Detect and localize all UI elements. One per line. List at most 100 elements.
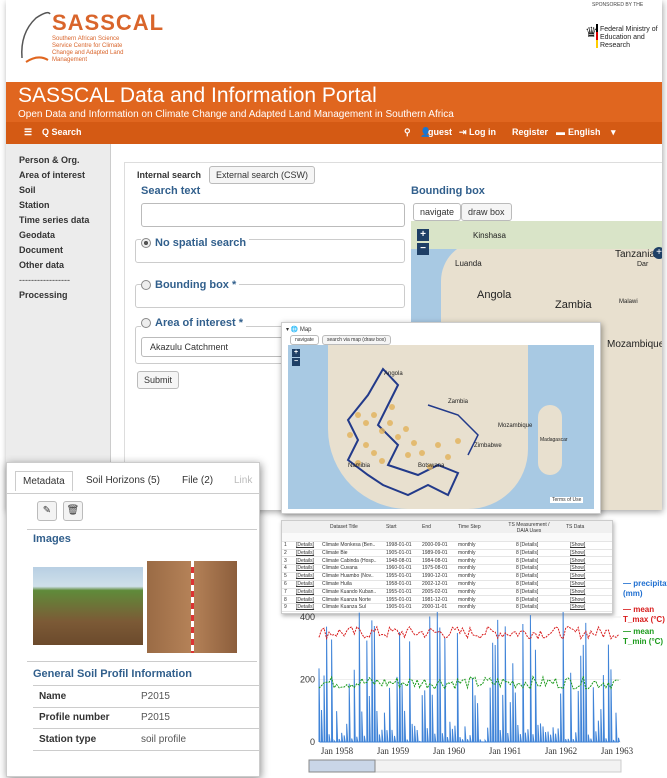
tab-external-search[interactable]: External search (CSW) [209,166,316,184]
expand-icon[interactable]: + [653,247,662,259]
no-spatial-option[interactable]: No spatial search [141,237,250,249]
page-title: SASSCAL Data and Information Portal [18,84,377,107]
nav-language[interactable]: English [568,127,601,137]
table-cell[interactable]: [Show] [570,550,585,556]
sidebar-item-processing[interactable]: Processing [19,290,68,300]
table-cell[interactable]: 8 [Details] [516,550,538,556]
info-key: Station type [39,734,97,745]
sidebar-item-timeseries[interactable]: Time series data [19,215,89,225]
submit-button[interactable]: Submit [137,371,180,389]
bbox-option[interactable]: Bounding box * [141,279,240,291]
nav-search[interactable]: Q Search [42,127,82,137]
zoom-out-icon[interactable]: − [417,243,429,255]
table-cell[interactable]: [Details] [296,542,314,548]
table-cell[interactable]: 8 [Details] [516,565,538,571]
sidebar-item-geodata[interactable]: Geodata [19,230,55,240]
sidebar: Person & Org. Area of interest Soil Stat… [6,144,111,510]
draw-box-tab[interactable]: draw box [461,203,512,221]
soil-profile-photo[interactable] [147,561,237,653]
col-header[interactable]: Dataset Title [330,524,358,530]
radio-unchecked-icon[interactable] [141,280,151,291]
logo-text: SASSCAL [52,10,165,35]
zoom-in-icon[interactable]: + [292,349,300,357]
search-via-map-tab[interactable]: search via map (draw box) [322,335,391,345]
sidebar-item-station[interactable]: Station [19,200,50,210]
map-label: Mozambique [607,339,662,350]
y-tick-label: 0 [310,737,315,747]
x-tick-label: Jan 1959 [377,746,410,756]
map-label: Mozambique [498,423,533,429]
nav-register[interactable]: Register [512,127,548,137]
aoi-option[interactable]: Area of interest * [141,317,247,329]
map-window-title: ▾ 🌐 Map [286,327,312,333]
table-cell: 1905-01-01 [386,549,412,556]
zoom-in-icon[interactable]: + [417,229,429,241]
table-cell[interactable]: [Details] [296,565,314,571]
nav-guest[interactable]: guest [428,127,452,137]
table-cell[interactable]: 8 [Details] [516,542,538,548]
table-cell[interactable]: [Show] [570,565,585,571]
table-cell[interactable]: [Details] [296,558,314,564]
divider [27,529,257,530]
aoi-select[interactable]: Akazulu Catchment [141,337,301,357]
map-label: Kinshasa [473,231,506,240]
trash-icon[interactable]: 🗑 [63,501,83,521]
sidebar-item-other[interactable]: Other data [19,260,64,270]
chart-svg: 0 200 400 Jan 1958 Jan 1959 Jan 1960 Jan 1961 J… [300,579,667,773]
table-cell[interactable]: 8 [Details] [516,558,538,564]
map-attribution[interactable]: Terms of Use [550,497,584,503]
tab-soil-horizons[interactable]: Soil Horizons (5) [79,471,167,490]
x-tick-label: Jan 1960 [433,746,466,756]
tab-internal-search[interactable]: Internal search [137,170,201,180]
search-text-input[interactable] [141,203,405,227]
x-tick-label: Jan 1962 [545,746,577,756]
zoom-out-icon[interactable]: − [292,358,300,366]
user-pin-icon[interactable]: ⚲ [404,127,411,138]
table-cell: 1948-08-01 [386,557,412,564]
table-cell[interactable]: [Show] [570,542,585,548]
table-cell: 1975-08-01 [422,565,448,572]
tab-link[interactable]: Link [227,471,259,490]
table-cell: Climate Monkesa (Ben.. [322,542,376,548]
table-cell: monthly [458,557,476,564]
map-window: ▾ 🌐 Map navigate search via map (draw bo… [281,322,601,514]
aoi-option-label: Area of interest * [155,317,244,329]
table-cell[interactable]: [Details] [296,550,314,556]
table-cell: monthly [458,542,476,548]
images-title: Images [33,533,71,545]
nav-login[interactable]: Log in [469,127,496,137]
chevron-down-icon[interactable]: ▾ [611,127,616,138]
sidebar-item-document[interactable]: Document [19,245,63,255]
sidebar-item-person[interactable]: Person & Org. [19,155,80,165]
table-cell: 4 [284,565,287,572]
menu-icon[interactable]: ☰ [24,127,32,138]
col-header[interactable]: TS Data [566,524,584,530]
navigate-tab-small[interactable]: navigate [290,335,319,345]
tmin-series [318,675,619,691]
legend-item: — mean [623,605,654,614]
table-cell: Climate Cabinda (Hosp.. [322,557,377,564]
col-header[interactable]: Time Step [458,524,481,530]
catchment-outline [346,367,479,497]
sidebar-item-area[interactable]: Area of interest [19,170,85,180]
region-map[interactable]: + − Angola Zambia Zimbabwe Mozambique Bo… [288,345,594,509]
navigate-tab[interactable]: navigate [413,203,462,221]
tab-file[interactable]: File (2) [175,471,220,490]
sidebar-item-soil[interactable]: Soil [19,185,36,195]
radio-checked-icon[interactable] [141,238,151,249]
table-cell: monthly [458,549,476,556]
pencil-icon[interactable]: ✎ [37,501,57,521]
col-header[interactable]: End [422,524,431,530]
table-cell: 1 [284,542,287,548]
table-cell[interactable]: [Show] [570,558,585,564]
legend-item: T_min (°C) [623,637,663,646]
radio-unchecked-icon[interactable] [141,318,151,329]
bbox-title: Bounding box [411,185,485,197]
info-value: soil profile [141,734,187,745]
login-icon: ⇥ [459,127,467,137]
map-label: Tanzania [615,249,656,260]
col-header[interactable]: Start [386,524,397,530]
field-photo[interactable] [33,567,143,645]
nav-bar: ☰ Q Search ⚲ 👤 guest ⇥ Log in Register ▬… [6,122,662,144]
tab-metadata[interactable]: Metadata [15,471,73,491]
